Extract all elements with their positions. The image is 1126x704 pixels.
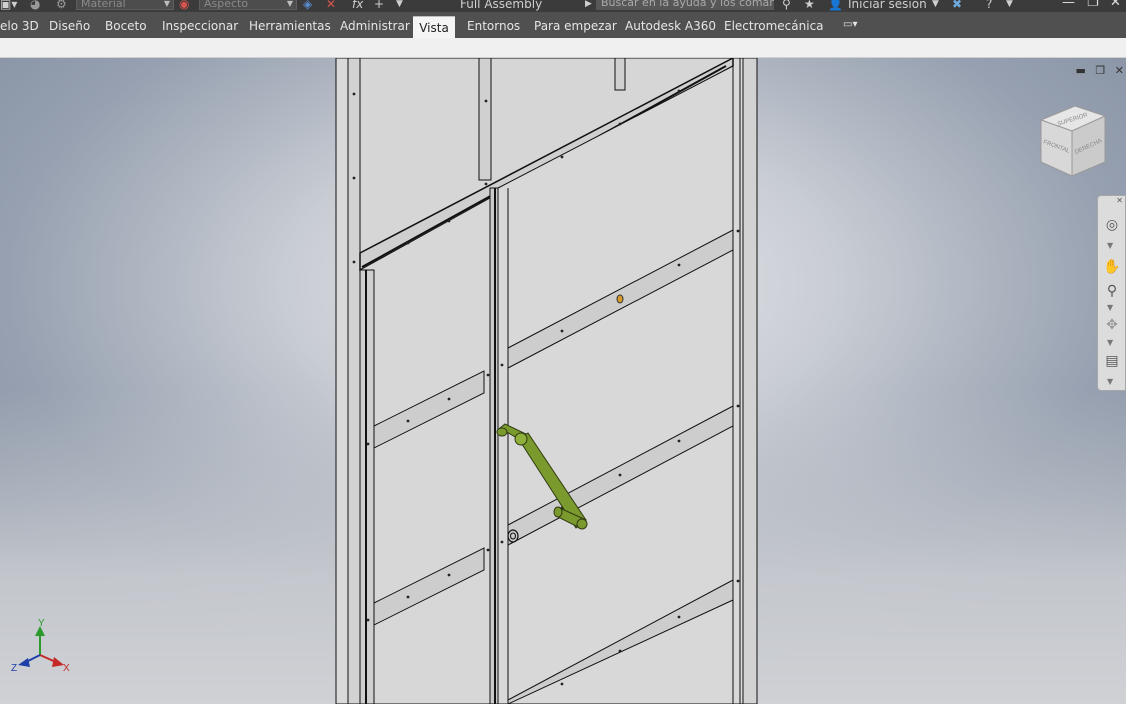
help-icon[interactable]: ? xyxy=(986,0,992,11)
title-bar: ▣▾ ◕ ⚙ Material ▼ ◉ Aspecto ▼ ◈ ✕ fx + ▼… xyxy=(0,0,1126,12)
material-dropdown[interactable]: Material ▼ xyxy=(76,0,174,10)
zoom-icon[interactable]: ⚲ xyxy=(1103,282,1121,300)
assembly-model[interactable] xyxy=(0,58,1126,704)
clear-appearance-icon[interactable]: ✕ xyxy=(326,0,336,11)
navbar-close-icon[interactable]: ✕ xyxy=(1116,196,1123,205)
appearance-dropdown-value: Aspecto xyxy=(204,0,249,10)
ribbon-panel xyxy=(0,38,1126,58)
exchange-icon[interactable]: ✖ xyxy=(952,0,962,11)
chevron-down-icon[interactable]: ▼ xyxy=(1107,377,1113,386)
chevron-down-icon[interactable]: ▼ xyxy=(1006,0,1013,11)
material-icon: ⚙ xyxy=(56,0,67,11)
pan-icon[interactable]: ✋ xyxy=(1103,258,1121,276)
tab-diseno[interactable]: Diseño xyxy=(49,19,90,33)
help-label: ? xyxy=(986,0,993,11)
binoculars-icon[interactable]: ⚲ xyxy=(782,0,791,11)
navigation-bar: ✕ ◎ ▼ ✋ ⚲ ▼ ✥ ▼ ▤ ▼ xyxy=(1097,195,1126,391)
tab-modelo-3d[interactable]: elo 3D xyxy=(0,19,39,33)
adjust-icon[interactable]: ◈ xyxy=(303,0,312,11)
tab-entornos[interactable]: Entornos xyxy=(467,19,520,33)
fx-button[interactable]: fx xyxy=(352,0,363,11)
minimize-icon[interactable]: — xyxy=(1062,0,1075,10)
color-picker-icon[interactable]: ◕ xyxy=(30,0,40,11)
graphics-viewport[interactable]: ▬ ❐ ✕ SUPERIOR FRONTAL DERECHA ✕ ◎ ▼ ✋ ⚲… xyxy=(0,58,1126,704)
material-dropdown-value: Material xyxy=(81,0,126,10)
door-hinge-knob xyxy=(507,529,519,543)
doc-restore-icon[interactable]: ❐ xyxy=(1095,64,1105,77)
close-icon[interactable]: ✕ xyxy=(1110,0,1121,10)
steering-wheel-icon[interactable]: ◎ xyxy=(1103,216,1121,234)
chevron-down-icon[interactable]: ▼ xyxy=(1107,303,1113,312)
document-title: Full Assembly xyxy=(460,0,543,11)
door-lock xyxy=(616,294,624,304)
viewcube[interactable]: SUPERIOR FRONTAL DERECHA xyxy=(1038,106,1110,182)
chevron-down-icon[interactable]: ▼ xyxy=(1107,338,1113,347)
plus-icon[interactable]: + xyxy=(374,0,384,11)
chevron-down-icon[interactable]: ▼ xyxy=(1107,241,1113,250)
triad-z-label: Z xyxy=(11,663,17,674)
center-mullion xyxy=(489,187,499,704)
coordinate-triad: Y X Z xyxy=(11,618,70,674)
orbit-icon[interactable]: ✥ xyxy=(1103,316,1121,334)
triad-x-label: X xyxy=(63,663,70,674)
chevron-down-icon: ▼ xyxy=(286,0,293,8)
tab-inspeccionar[interactable]: Inspeccionar xyxy=(162,19,238,33)
tab-para-empezar[interactable]: Para empezar xyxy=(534,19,617,33)
look-at-icon[interactable]: ▤ xyxy=(1103,352,1121,370)
tab-electromecanica[interactable]: Electromecánica xyxy=(724,19,824,33)
tab-vista-label: Vista xyxy=(419,21,449,35)
doc-close-icon[interactable]: ✕ xyxy=(1115,64,1124,77)
doc-minimize-icon[interactable]: ▬ xyxy=(1076,64,1086,77)
tab-boceto[interactable]: Boceto xyxy=(105,19,147,33)
restore-icon[interactable]: ❐ xyxy=(1087,0,1099,10)
search-input[interactable]: Buscar en la ayuda y los comandos xyxy=(596,0,774,10)
tab-vista[interactable]: Vista xyxy=(413,16,455,39)
star-icon[interactable]: ★ xyxy=(804,0,815,11)
ribbon-options-icon[interactable]: ▭▾ xyxy=(843,19,857,30)
chevron-down-icon: ▼ xyxy=(163,0,170,8)
document-window-controls: ▬ ❐ ✕ xyxy=(1070,64,1125,77)
chevron-down-icon[interactable]: ▼ xyxy=(932,0,939,11)
signin-button[interactable]: Iniciar sesión xyxy=(848,0,927,11)
tab-autodesk-a360[interactable]: Autodesk A360 xyxy=(625,19,716,33)
triad-y-label: Y xyxy=(38,618,45,629)
search-arrow-icon: ▶ xyxy=(585,0,592,9)
user-icon: 👤 xyxy=(828,0,843,11)
lower-left-door xyxy=(359,197,491,704)
appearance-dropdown[interactable]: Aspecto ▼ xyxy=(199,0,297,10)
search-placeholder: Buscar en la ayuda y los comandos xyxy=(601,0,774,9)
ribbon-tab-bar: elo 3D Diseño Boceto Inspeccionar Herram… xyxy=(0,12,1126,38)
tab-administrar[interactable]: Administrar xyxy=(340,19,410,33)
chevron-down-icon[interactable]: ▼ xyxy=(396,0,403,11)
appearance-icon: ◉ xyxy=(179,0,190,11)
tab-herramientas[interactable]: Herramientas xyxy=(249,19,331,33)
app-icon[interactable]: ▣▾ xyxy=(0,0,17,11)
